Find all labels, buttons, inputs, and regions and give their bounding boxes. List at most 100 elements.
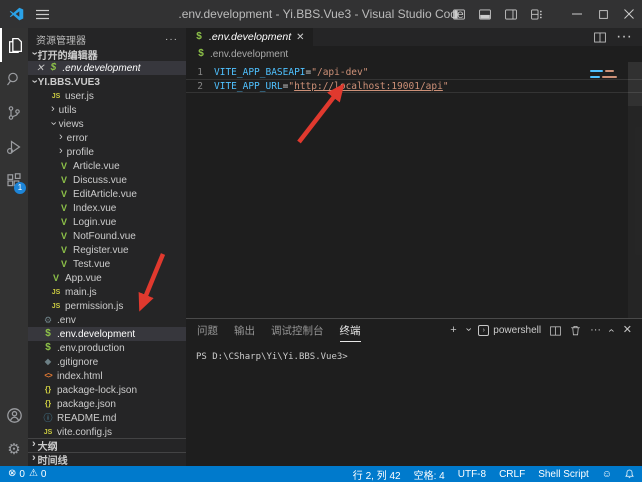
split-terminal-icon[interactable] [550, 326, 561, 336]
maximize-icon[interactable] [590, 0, 616, 28]
new-terminal-icon[interactable]: + [450, 325, 456, 336]
editor-region: $ .env.development ✕ ··· $ .env.developm… [186, 28, 642, 466]
tree-item-label: Login.vue [73, 217, 116, 228]
vscode-logo-icon [9, 7, 24, 22]
shell-file-icon: $ [43, 343, 53, 353]
account-icon[interactable] [0, 398, 28, 432]
tree-item-profile[interactable]: ›profile [28, 145, 186, 159]
tree-item-App.vue[interactable]: VApp.vue [28, 271, 186, 285]
tree-item-label: Test.vue [73, 259, 110, 270]
tree-item-permission.js[interactable]: JSpermission.js [28, 299, 186, 313]
tree-item-.env.production[interactable]: $.env.production [28, 341, 186, 355]
sidebar-more-actions-icon[interactable]: ··· [165, 34, 178, 45]
breadcrumb[interactable]: $ .env.development [186, 46, 642, 62]
maximize-panel-icon[interactable]: › [606, 329, 617, 333]
tree-item-package.json[interactable]: {}package.json [28, 397, 186, 411]
tree-item-index.html[interactable]: <>index.html [28, 369, 186, 383]
explorer-icon[interactable] [0, 28, 28, 62]
tree-item-views[interactable]: ›views [28, 117, 186, 131]
settings-gear-icon[interactable]: ⚙ [0, 432, 28, 466]
tree-item-Article.vue[interactable]: VArticle.vue [28, 159, 186, 173]
tree-item-vite.config.js[interactable]: JSvite.config.js [28, 425, 186, 439]
tree-item-label: EditArticle.vue [73, 189, 137, 200]
sidebar-title: 资源管理器 [36, 32, 86, 47]
tree-item-label: package-lock.json [57, 385, 137, 396]
close-panel-icon[interactable]: ✕ [623, 325, 632, 336]
feedback-icon[interactable]: ☺ [602, 469, 612, 480]
tree-item-.gitignore[interactable]: ◆.gitignore [28, 355, 186, 369]
tree-item-EditArticle.vue[interactable]: VEditArticle.vue [28, 187, 186, 201]
terminal-dropdown-icon[interactable]: › [462, 328, 473, 332]
split-editor-icon[interactable] [594, 32, 606, 43]
tree-item-user.js[interactable]: JSuser.js [28, 89, 186, 103]
kill-terminal-icon[interactable] [570, 325, 581, 336]
tree-item-main.js[interactable]: JSmain.js [28, 285, 186, 299]
toggle-sidebar-icon[interactable] [446, 0, 472, 28]
source-control-icon[interactable] [0, 96, 28, 130]
close-window-icon[interactable] [616, 0, 642, 28]
extensions-icon[interactable]: 1 [0, 164, 28, 198]
menu-hamburger-icon[interactable] [36, 9, 49, 20]
open-editor-label: .env.development [62, 63, 140, 74]
tree-item-.env.development[interactable]: $.env.development [28, 327, 186, 341]
chevron-right-icon: › [32, 453, 36, 464]
outline-section[interactable]: › 大纲 [28, 438, 186, 452]
panel-tab-输出[interactable]: 输出 [234, 319, 255, 342]
editor-tab[interactable]: $ .env.development ✕ [186, 28, 313, 46]
close-editor-icon[interactable]: ✕ [36, 63, 44, 74]
tree-item-Discuss.vue[interactable]: VDiscuss.vue [28, 173, 186, 187]
tree-item-.env[interactable]: ⚙.env [28, 313, 186, 327]
notifications-bell-icon[interactable] [625, 469, 634, 479]
customize-layout-icon[interactable] [524, 0, 550, 28]
warnings-indicator[interactable]: ⚠ 0 [29, 469, 47, 480]
warning-icon: ⚠ [29, 469, 38, 479]
open-editor-item[interactable]: ✕ $ .env.development [28, 61, 186, 75]
terminal-output[interactable]: PS D:\CSharp\Yi\Yi.BBS.Vue3> [186, 342, 642, 362]
search-icon[interactable] [0, 62, 28, 96]
tree-item-README.md[interactable]: ⓘREADME.md [28, 411, 186, 425]
toggle-secondary-sidebar-icon[interactable] [498, 0, 524, 28]
timeline-section[interactable]: › 时间线 [28, 452, 186, 466]
language-mode[interactable]: Shell Script [538, 469, 589, 480]
vue-file-icon: V [59, 218, 69, 227]
tree-item-label: NotFound.vue [73, 231, 136, 242]
terminal-shell-picker[interactable]: › powershell [478, 325, 541, 336]
tree-item-package-lock.json[interactable]: {}package-lock.json [28, 383, 186, 397]
tree-item-error[interactable]: ›error [28, 131, 186, 145]
errors-indicator[interactable]: ⊗ 0 [8, 469, 25, 480]
tree-item-utils[interactable]: ›utils [28, 103, 186, 117]
tree-item-Register.vue[interactable]: VRegister.vue [28, 243, 186, 257]
editor-more-actions-icon[interactable]: ··· [616, 28, 632, 46]
panel-tab-调试控制台[interactable]: 调试控制台 [271, 319, 324, 342]
minimize-icon[interactable] [564, 0, 590, 28]
breadcrumb-file: .env.development [210, 49, 288, 60]
tab-label: .env.development [209, 31, 291, 43]
close-tab-icon[interactable]: ✕ [296, 32, 304, 43]
run-debug-icon[interactable] [0, 130, 28, 164]
encoding-setting[interactable]: UTF-8 [458, 469, 486, 480]
panel-more-actions-icon[interactable]: ··· [590, 325, 601, 336]
chevron-right-icon: › [59, 132, 63, 143]
minimap[interactable] [590, 70, 624, 82]
chevron-right-icon: › [59, 146, 63, 157]
tree-item-label: .env.development [57, 329, 135, 340]
panel-tab-终端[interactable]: 终端 [340, 319, 361, 342]
indentation-setting[interactable]: 空格: 4 [414, 467, 445, 482]
tree-item-label: utils [59, 105, 77, 116]
panel-tab-问题[interactable]: 问题 [197, 319, 218, 342]
tree-item-Test.vue[interactable]: VTest.vue [28, 257, 186, 271]
shell-file-icon: $ [196, 49, 206, 59]
tree-item-NotFound.vue[interactable]: VNotFound.vue [28, 229, 186, 243]
toggle-panel-icon[interactable] [472, 0, 498, 28]
code-editor[interactable]: 1VITE_APP_BASEAPI="/api-dev"2VITE_APP_UR… [186, 62, 642, 318]
code-line-2[interactable]: 2VITE_APP_URL="http://localhost:19001/ap… [186, 79, 642, 93]
editor-scrollbar[interactable] [628, 62, 642, 318]
tree-item-label: views [59, 119, 84, 130]
cursor-position[interactable]: 行 2, 列 42 [353, 467, 401, 482]
project-section[interactable]: › YI.BBS.VUE3 [28, 75, 186, 89]
open-editors-section[interactable]: › 打开的编辑器 [28, 47, 186, 61]
tree-item-Index.vue[interactable]: VIndex.vue [28, 201, 186, 215]
code-line-1[interactable]: 1VITE_APP_BASEAPI="/api-dev" [186, 65, 642, 79]
tree-item-Login.vue[interactable]: V Login.vue [28, 215, 186, 229]
eol-setting[interactable]: CRLF [499, 469, 525, 480]
